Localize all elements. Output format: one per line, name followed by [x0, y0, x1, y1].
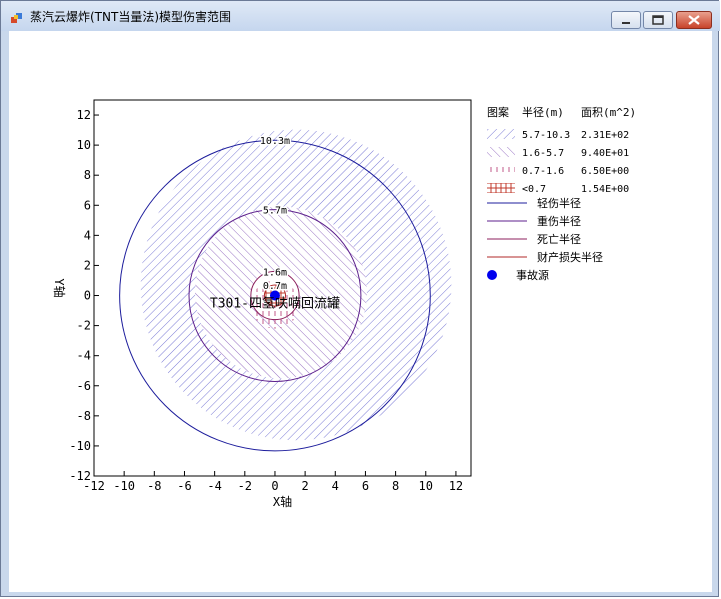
y-tick-label: 4 — [84, 228, 91, 242]
y-tick-label: -4 — [77, 349, 91, 363]
legend-header-radius: 半径(m) — [522, 105, 564, 119]
legend-line-label: 重伤半径 — [537, 214, 581, 228]
minimize-icon — [622, 22, 630, 24]
damage-range-chart: 10.3m 5.7m 1.6m 0.7m T301-四氢呋喃回流罐 -12 -10 -8 -6… — [52, 99, 636, 509]
x-axis-label: X轴 — [273, 494, 292, 509]
legend-range: 0.7-1.6 — [522, 166, 564, 177]
legend-area: 1.54E+00 — [581, 184, 629, 195]
legend-area: 2.31E+02 — [581, 130, 629, 141]
accident-source-label: T301-四氢呋喃回流罐 — [210, 297, 340, 312]
y-tick-label: -6 — [77, 379, 91, 393]
legend-line-label: 轻伤半径 — [537, 196, 581, 210]
y-tick-label: -8 — [77, 409, 91, 423]
legend-area: 9.40E+01 — [581, 148, 629, 159]
app-icon — [11, 13, 22, 23]
legend-swatch-vertical — [487, 165, 515, 175]
legend-area: 6.50E+00 — [581, 166, 629, 177]
radius-label-5.7m: 5.7m — [263, 206, 287, 217]
legend-line-label: 财产损失半径 — [537, 250, 603, 264]
x-tick-label: 12 — [449, 479, 463, 493]
x-tick-label: -4 — [207, 479, 221, 493]
y-tick-label: 2 — [84, 258, 91, 272]
y-tick-label: -2 — [77, 319, 91, 333]
y-tick-label: 12 — [77, 108, 91, 122]
x-tick-label: 0 — [271, 479, 278, 493]
legend-range: <0.7 — [522, 184, 546, 195]
minimize-button[interactable] — [611, 11, 641, 29]
title-bar[interactable]: 蒸汽云爆炸(TNT当量法)模型伤害范围 — [1, 1, 720, 31]
y-axis-label: Y轴 — [52, 278, 67, 297]
window-title: 蒸汽云爆炸(TNT当量法)模型伤害范围 — [30, 10, 232, 24]
legend-swatch-diag-right — [487, 129, 515, 139]
legend-header-pattern: 图案 — [487, 105, 509, 119]
x-tick-label: 2 — [302, 479, 309, 493]
y-tick-label: 6 — [84, 198, 91, 212]
legend-line-label: 死亡半径 — [537, 232, 581, 246]
radius-label-10.3m: 10.3m — [260, 136, 290, 147]
legend-range: 5.7-10.3 — [522, 130, 570, 141]
x-tick-label: -2 — [238, 479, 252, 493]
x-tick-label: 6 — [362, 479, 369, 493]
x-tick-label: 4 — [332, 479, 339, 493]
x-tick-label: -8 — [147, 479, 161, 493]
legend-swatch-cross — [487, 183, 515, 193]
y-tick-label: -10 — [69, 439, 91, 453]
x-tick-label: -6 — [177, 479, 191, 493]
x-tick-label: 10 — [419, 479, 433, 493]
close-icon — [688, 15, 700, 25]
maximize-icon — [652, 15, 664, 25]
maximize-button[interactable] — [643, 11, 673, 29]
close-button[interactable] — [676, 11, 712, 29]
legend-source-label: 事故源 — [516, 268, 549, 282]
radius-label-0.7m: 0.7m — [263, 281, 287, 292]
legend-header-area: 面积(m^2) — [581, 106, 636, 119]
legend-swatch-diag-left — [487, 147, 515, 157]
chart-area: 10.3m 5.7m 1.6m 0.7m T301-四氢呋喃回流罐 -12 -10 -8 -6… — [9, 31, 712, 592]
legend-source-marker — [487, 270, 497, 280]
main-window: 蒸汽云爆炸(TNT当量法)模型伤害范围 10.3m 5.7m 1.6m 0.7m… — [0, 0, 720, 597]
legend-range: 1.6-5.7 — [522, 148, 564, 159]
x-tick-label: 8 — [392, 479, 399, 493]
radius-label-1.6m: 1.6m — [263, 267, 287, 278]
y-tick-label: 10 — [77, 138, 91, 152]
y-tick-label: 0 — [84, 289, 91, 303]
y-tick-label: 8 — [84, 168, 91, 182]
y-tick-label: -12 — [69, 469, 91, 483]
x-tick-label: -10 — [113, 479, 135, 493]
